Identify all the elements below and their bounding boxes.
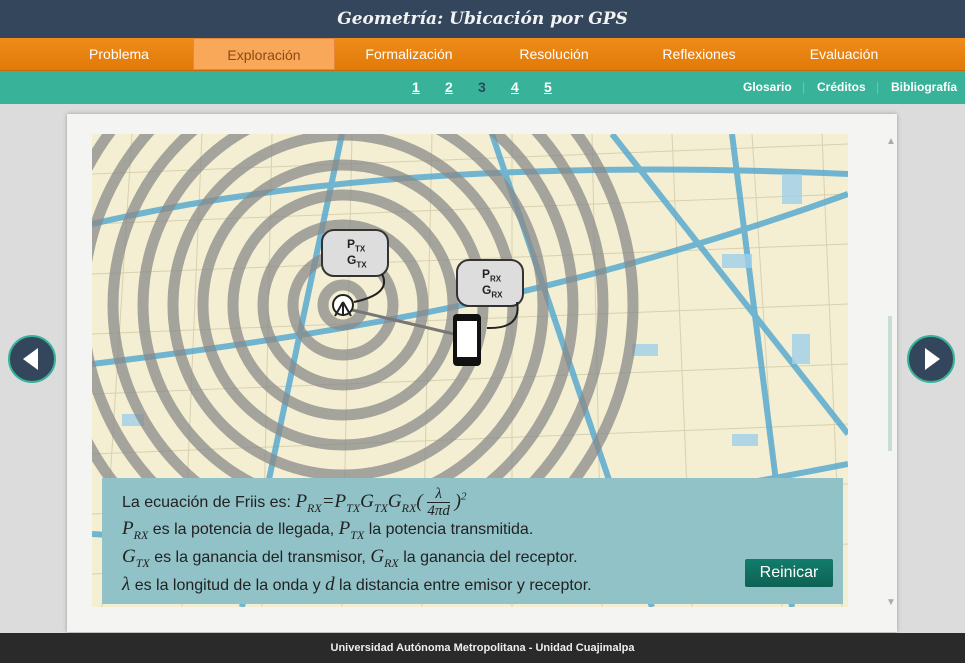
- line3-text2: la ganancia del receptor.: [403, 549, 578, 566]
- g-tx-sub: TX: [135, 555, 150, 570]
- g-rx: G: [370, 546, 385, 567]
- friis-formula: PRX=PTXGTXGRX( λ 4πd )2: [295, 486, 467, 519]
- f-p-sub: TX: [346, 500, 361, 515]
- fraction: λ 4πd: [427, 486, 450, 519]
- f-g2: G: [387, 490, 402, 512]
- g-tx: G: [122, 546, 136, 567]
- line2-text: es la potencia de llegada,: [152, 521, 335, 538]
- f-p: P: [334, 490, 347, 512]
- line4-text2: la distancia entre emisor y receptor.: [339, 577, 592, 594]
- main-nav: Problema Exploración Formalización Resol…: [0, 38, 965, 71]
- tab-resolucion[interactable]: Resolución: [483, 38, 625, 70]
- tx-g: G: [347, 253, 357, 268]
- page-2-link[interactable]: 2: [445, 71, 453, 104]
- page-1-link[interactable]: 1: [412, 71, 420, 104]
- f-g2-sub: RX: [401, 500, 417, 515]
- scrollbar[interactable]: ▲ ▼: [886, 136, 896, 608]
- f-num: λ: [427, 486, 450, 503]
- glosario-link[interactable]: Glosario: [743, 71, 792, 104]
- f-lhs-sub: RX: [307, 500, 322, 515]
- tx-sub: TX: [355, 244, 366, 254]
- tx-sub: TX: [356, 260, 367, 270]
- sub-nav: 1 2 3 4 5 Glosario Créditos Bibliografía: [0, 71, 965, 104]
- line-gain: GTX es la ganancia del transmisor, GRX l…: [122, 546, 578, 571]
- gps-map-illustration[interactable]: PTX GTX PRX GRX La ecuación de Friis es:…: [92, 134, 848, 607]
- intro-text: La ecuación de Friis es:: [122, 493, 291, 511]
- line4-text: es la longitud de la onda y: [134, 577, 321, 594]
- f-den: 4πd: [427, 503, 450, 519]
- tab-evaluacion[interactable]: Evaluación: [773, 38, 915, 70]
- chevron-right-icon: [925, 348, 940, 370]
- lambda-symbol: λ: [122, 574, 131, 595]
- line-power: PRX es la potencia de llegada, PTX la po…: [122, 518, 533, 543]
- rx-p: P: [482, 267, 491, 281]
- scroll-thumb[interactable]: [888, 316, 892, 451]
- tx-p: P: [347, 237, 356, 251]
- d-symbol: d: [325, 574, 335, 595]
- line-wavelength: λ es la longitud de la onda y d la dista…: [122, 574, 592, 596]
- page-5-link[interactable]: 5: [544, 71, 552, 104]
- f-g1-sub: TX: [373, 500, 388, 515]
- rx-g: G: [482, 283, 492, 298]
- divider: [803, 82, 804, 94]
- chevron-left-icon: [23, 348, 38, 370]
- p-rx: P: [122, 518, 134, 539]
- reset-button[interactable]: Reinicar: [745, 559, 833, 587]
- creditos-link[interactable]: Créditos: [817, 71, 866, 104]
- page-4-link[interactable]: 4: [511, 71, 519, 104]
- next-arrow-button[interactable]: [907, 335, 955, 383]
- formula-line: La ecuación de Friis es: PRX=PTXGTXGRX( …: [122, 486, 467, 519]
- bibliografia-link[interactable]: Bibliografía: [891, 71, 957, 104]
- line3-text: es la ganancia del transmisor,: [154, 549, 366, 566]
- scroll-up-icon[interactable]: ▲: [886, 136, 896, 147]
- p-tx: P: [338, 518, 351, 539]
- friis-info-box: La ecuación de Friis es: PRX=PTXGTXGRX( …: [102, 478, 843, 604]
- rx-sub: RX: [490, 274, 502, 284]
- rx-sub: RX: [491, 290, 503, 300]
- f-g1: G: [360, 490, 374, 512]
- f-lhs: P: [295, 490, 308, 512]
- rx-bubble-label: PRX GRX: [482, 267, 503, 300]
- tab-reflexiones[interactable]: Reflexiones: [628, 38, 770, 70]
- content-panel: PTX GTX PRX GRX La ecuación de Friis es:…: [67, 114, 897, 632]
- footer: Universidad Autónoma Metropolitana - Uni…: [0, 633, 965, 663]
- prev-arrow-button[interactable]: [8, 335, 56, 383]
- page-3-current[interactable]: 3: [478, 71, 486, 104]
- tab-problema[interactable]: Problema: [48, 38, 190, 70]
- line2-text2: la potencia transmitida.: [368, 521, 534, 538]
- divider: [877, 82, 878, 94]
- f-exp: 2: [461, 490, 467, 503]
- phone-icon: [453, 314, 481, 366]
- tx-bubble-label: PTX GTX: [347, 237, 367, 270]
- tab-exploracion[interactable]: Exploración: [193, 38, 335, 70]
- p-tx-sub: TX: [350, 527, 365, 542]
- scroll-down-icon[interactable]: ▼: [886, 597, 896, 608]
- p-rx-sub: RX: [133, 527, 149, 542]
- tab-formalizacion[interactable]: Formalización: [338, 38, 480, 70]
- g-rx-sub: RX: [384, 555, 399, 570]
- app-title: Geometría: Ubicación por GPS: [0, 0, 965, 38]
- antenna-icon: [332, 294, 354, 317]
